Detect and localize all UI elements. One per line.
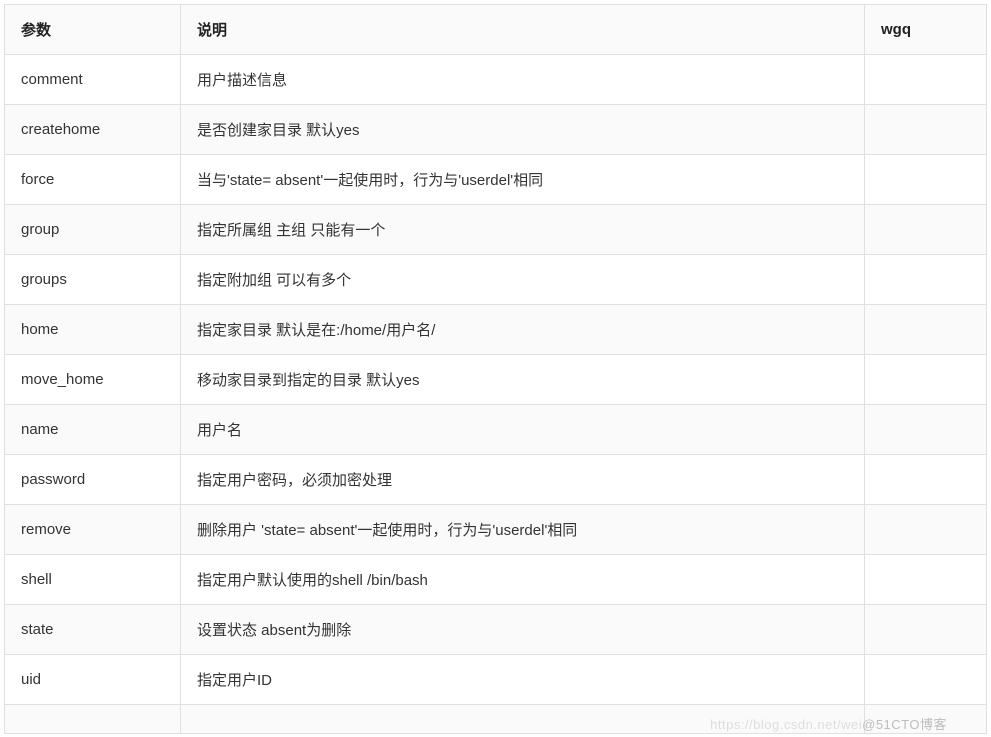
table-row: remove删除用户 'state= absent'一起使用时，行为与'user… — [5, 505, 987, 555]
cell-wgq — [865, 555, 987, 605]
cell-param: group — [5, 205, 181, 255]
table-row: home指定家目录 默认是在:/home/用户名/ — [5, 305, 987, 355]
cell-desc: 指定用户ID — [181, 655, 865, 705]
cell-param: comment — [5, 55, 181, 105]
cell-desc: 用户描述信息 — [181, 55, 865, 105]
cell-wgq — [865, 605, 987, 655]
cell-param: state — [5, 605, 181, 655]
cell-wgq — [865, 255, 987, 305]
cell-wgq — [865, 505, 987, 555]
cell-desc: 指定用户密码，必须加密处理 — [181, 455, 865, 505]
cell-param: shell — [5, 555, 181, 605]
cell-wgq — [865, 55, 987, 105]
cell-param: name — [5, 405, 181, 455]
table-row: createhome是否创建家目录 默认yes — [5, 105, 987, 155]
cell-desc: 指定附加组 可以有多个 — [181, 255, 865, 305]
cell-desc: 指定所属组 主组 只能有一个 — [181, 205, 865, 255]
cell-param: groups — [5, 255, 181, 305]
cell-wgq — [865, 405, 987, 455]
cell-wgq — [865, 105, 987, 155]
cell-desc — [181, 705, 865, 734]
cell-desc: 删除用户 'state= absent'一起使用时，行为与'userdel'相同 — [181, 505, 865, 555]
cell-param: force — [5, 155, 181, 205]
header-wgq: wgq — [865, 5, 987, 55]
table-row: shell指定用户默认使用的shell /bin/bash — [5, 555, 987, 605]
cell-param: uid — [5, 655, 181, 705]
cell-param: remove — [5, 505, 181, 555]
cell-wgq — [865, 655, 987, 705]
cell-param — [5, 705, 181, 734]
header-param: 参数 — [5, 5, 181, 55]
cell-wgq — [865, 705, 987, 734]
table-row: group指定所属组 主组 只能有一个 — [5, 205, 987, 255]
cell-desc: 当与'state= absent'一起使用时，行为与'userdel'相同 — [181, 155, 865, 205]
cell-wgq — [865, 455, 987, 505]
table-row: state设置状态 absent为删除 — [5, 605, 987, 655]
cell-desc: 是否创建家目录 默认yes — [181, 105, 865, 155]
table-header-row: 参数 说明 wgq — [5, 5, 987, 55]
cell-wgq — [865, 305, 987, 355]
cell-param: home — [5, 305, 181, 355]
cell-desc: 指定用户默认使用的shell /bin/bash — [181, 555, 865, 605]
cell-desc: 设置状态 absent为删除 — [181, 605, 865, 655]
table-row: uid指定用户ID — [5, 655, 987, 705]
cell-param: password — [5, 455, 181, 505]
cell-desc: 用户名 — [181, 405, 865, 455]
cell-desc: 移动家目录到指定的目录 默认yes — [181, 355, 865, 405]
cell-wgq — [865, 355, 987, 405]
params-table: 参数 说明 wgq comment用户描述信息createhome是否创建家目录… — [4, 4, 987, 734]
table-row: move_home移动家目录到指定的目录 默认yes — [5, 355, 987, 405]
cell-wgq — [865, 205, 987, 255]
table-row: comment用户描述信息 — [5, 55, 987, 105]
cell-desc: 指定家目录 默认是在:/home/用户名/ — [181, 305, 865, 355]
cell-wgq — [865, 155, 987, 205]
table-row: force当与'state= absent'一起使用时，行为与'userdel'… — [5, 155, 987, 205]
cell-param: createhome — [5, 105, 181, 155]
header-desc: 说明 — [181, 5, 865, 55]
table-row — [5, 705, 987, 734]
table-row: password指定用户密码，必须加密处理 — [5, 455, 987, 505]
table-body: comment用户描述信息createhome是否创建家目录 默认yesforc… — [5, 55, 987, 734]
table-row: name用户名 — [5, 405, 987, 455]
cell-param: move_home — [5, 355, 181, 405]
table-row: groups指定附加组 可以有多个 — [5, 255, 987, 305]
